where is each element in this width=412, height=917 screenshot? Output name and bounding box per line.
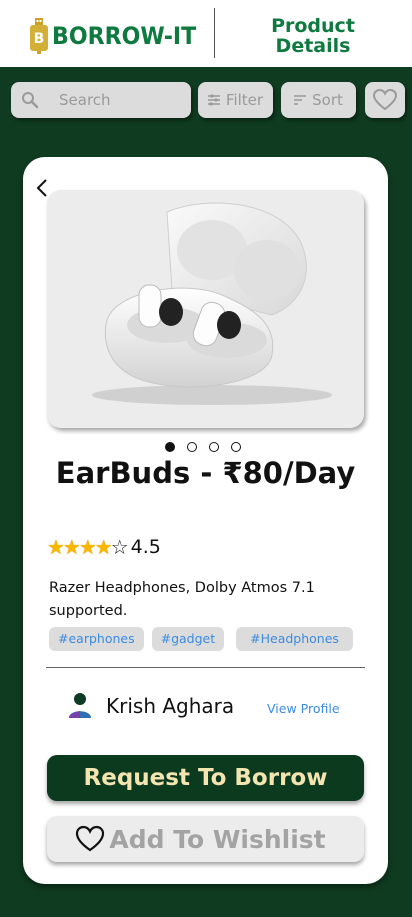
empty-star-icon: ☆ bbox=[110, 535, 129, 559]
sort-icon bbox=[294, 95, 307, 105]
user-avatar-icon[interactable] bbox=[68, 692, 92, 720]
earbuds-image bbox=[47, 190, 364, 428]
product-title: EarBuds - ₹80/Day bbox=[55, 456, 356, 490]
request-to-borrow-button[interactable]: Request To Borrow bbox=[47, 755, 364, 801]
image-carousel-dots bbox=[165, 442, 241, 452]
app-header: B BORROW-IT Product Details bbox=[0, 0, 412, 67]
product-description: Razer Headphones, Dolby Atmos 7.1 suppor… bbox=[49, 580, 315, 619]
carousel-dot[interactable] bbox=[165, 442, 175, 452]
view-profile-link[interactable]: View Profile bbox=[267, 701, 340, 716]
brand-logo[interactable]: B BORROW-IT bbox=[28, 18, 209, 54]
carousel-dot[interactable] bbox=[231, 442, 241, 452]
sort-label: Sort bbox=[312, 91, 343, 109]
sliders-icon bbox=[207, 94, 220, 106]
rating-value: 4.5 bbox=[130, 536, 161, 558]
filled-stars-icon: ★★★★ bbox=[47, 535, 113, 559]
add-to-wishlist-button[interactable]: Add To Wishlist bbox=[47, 816, 364, 862]
filter-button[interactable]: Filter bbox=[198, 82, 273, 118]
heart-outline-icon bbox=[76, 825, 105, 852]
wishlist-button-label: Add To Wishlist bbox=[109, 824, 326, 854]
search-bar[interactable] bbox=[11, 82, 191, 118]
tag-chip[interactable]: #Headphones bbox=[236, 627, 353, 651]
favorites-button[interactable] bbox=[365, 82, 405, 118]
carousel-dot[interactable] bbox=[187, 442, 197, 452]
brand-name: BORROW-IT bbox=[52, 22, 197, 50]
heart-icon bbox=[373, 89, 397, 111]
search-icon bbox=[22, 92, 39, 109]
usb-logo-icon: B bbox=[30, 18, 48, 54]
product-rating: ★★★★ ☆ 4.5 bbox=[47, 535, 161, 559]
seller-info: Krish Aghara bbox=[68, 692, 234, 720]
tag-list: #earphones #gadget #Headphones bbox=[49, 627, 361, 651]
section-divider bbox=[46, 667, 365, 668]
page-title: Product Details bbox=[271, 15, 355, 57]
seller-name: Krish Aghara bbox=[106, 694, 235, 718]
borrow-button-label: Request To Borrow bbox=[83, 765, 328, 791]
tag-chip[interactable]: #gadget bbox=[151, 627, 225, 651]
carousel-dot[interactable] bbox=[209, 442, 219, 452]
sort-button[interactable]: Sort bbox=[281, 82, 356, 118]
tag-chip[interactable]: #earphones bbox=[49, 627, 144, 651]
header-divider bbox=[214, 8, 215, 58]
product-image[interactable] bbox=[47, 190, 364, 428]
filter-label: Filter bbox=[225, 91, 264, 109]
search-input[interactable] bbox=[57, 90, 181, 110]
product-card: EarBuds - ₹80/Day ★★★★ ☆ 4.5 Razer Headp… bbox=[23, 157, 388, 884]
svg-text:B: B bbox=[34, 31, 45, 47]
